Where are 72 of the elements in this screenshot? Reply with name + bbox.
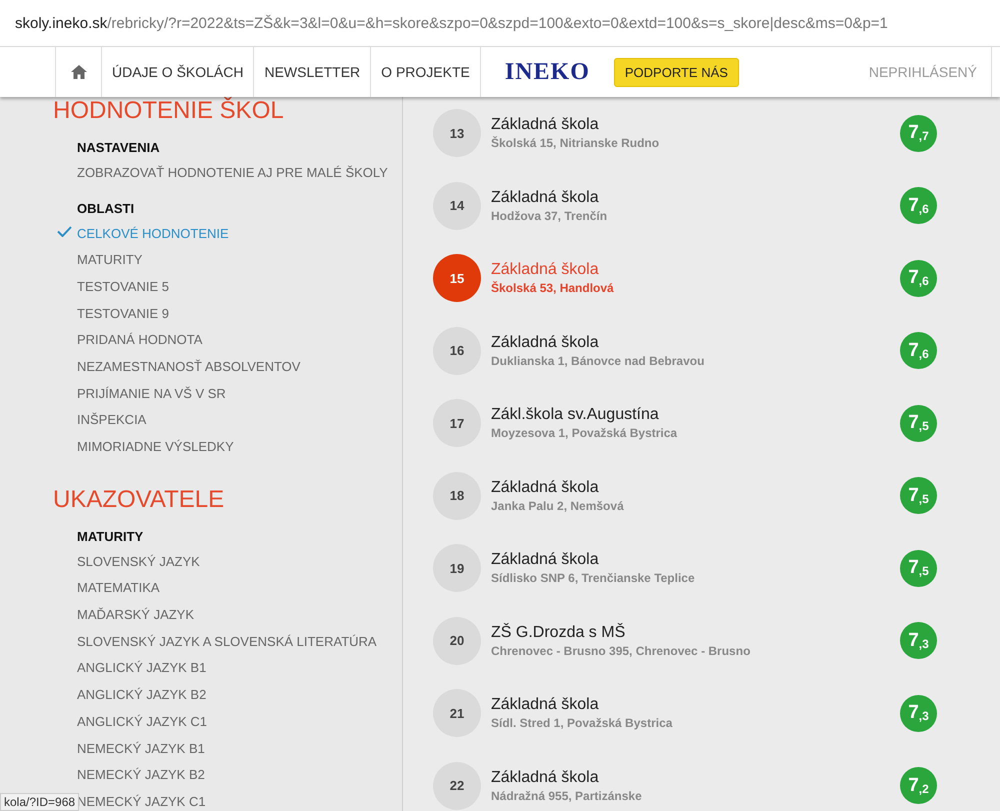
school-address: Chrenovec - Brusno 395, Chrenovec - Brusno	[491, 644, 752, 658]
group-heading: MATURITY	[77, 528, 144, 546]
rank-badge: 15	[433, 254, 481, 302]
school-name[interactable]: ZŠ G.Drozda s MŠ	[491, 624, 900, 642]
school-address: Hodžova 37, Trenčín	[491, 208, 608, 223]
nav-link[interactable]: NEWSLETTER	[254, 47, 372, 97]
login-status[interactable]: NEPRIHLÁSENÝ	[868, 47, 991, 97]
sidebar-item[interactable]: ZOBRAZOVAŤ HODNOTENIE AJ PRE MALÉ ŠKOLY	[77, 164, 388, 180]
school-address: Školská 15, Nitrianske Rudno	[491, 136, 660, 150]
school-address: Duklianska 1, Bánovce nad Bebravou	[491, 354, 706, 368]
score-badge: 7,2	[900, 767, 937, 804]
school-name[interactable]: Základná škola	[491, 261, 900, 280]
sidebar-item[interactable]: MAĎARSKÝ JAZYK	[77, 607, 194, 622]
sidebar-item[interactable]: TESTOVANIE 9	[77, 306, 169, 321]
sidebar-item[interactable]: MATEMATIKA	[77, 580, 160, 596]
sidebar-item[interactable]: NEMECKÝ JAZYK C1	[77, 794, 206, 809]
sidebar-item[interactable]: SLOVENSKÝ JAZYK	[77, 554, 200, 569]
rank-badge: 16	[433, 326, 481, 375]
sidebar-item[interactable]: ANGLICKÝ JAZYK B2	[77, 687, 206, 702]
score-badge: 7,3	[900, 694, 937, 732]
score-badge: 7,5	[900, 404, 937, 442]
support-button[interactable]: PODPORTE NÁS	[614, 58, 739, 86]
school-name[interactable]: Základná škola	[491, 116, 900, 134]
rank-badge: 21	[433, 689, 481, 738]
school-name[interactable]: Základná škola	[491, 551, 900, 570]
rank-badge: 20	[433, 616, 481, 665]
score-badge: 7,5	[900, 477, 937, 514]
rank-badge: 18	[433, 472, 481, 520]
rank-badge: 14	[433, 182, 481, 230]
sidebar-item[interactable]: SLOVENSKÝ JAZYK A SLOVENSKÁ LITERATÚRA	[77, 634, 377, 649]
logo[interactable]: INEKO	[504, 47, 590, 97]
score-badge: 7,7	[900, 114, 937, 152]
sidebar-item[interactable]: NEMECKÝ JAZYK B2	[77, 767, 205, 782]
score-badge: 7,5	[900, 550, 937, 587]
score-badge: 7,3	[900, 622, 937, 660]
status-bar: kola/?ID=968	[0, 793, 80, 811]
sidebar-item[interactable]: PRIJÍMANIE NA VŠ V SR	[77, 386, 226, 401]
section-title: UKAZOVATELE	[53, 486, 226, 514]
rank-badge: 22	[433, 762, 481, 810]
sidebar-item[interactable]: TESTOVANIE 5	[77, 278, 169, 294]
school-name[interactable]: Základná škola	[491, 478, 900, 497]
sidebar-item[interactable]: MATURITY	[77, 252, 142, 268]
school-address: Moyzesova 1, Považská Bystrica	[491, 426, 678, 440]
rank-badge: 17	[433, 399, 481, 448]
section-title: HODNOTENIE ŠKOL	[53, 97, 285, 125]
sidebar-item[interactable]: INŠPEKCIA	[77, 412, 146, 428]
school-name[interactable]: Zákl.škola sv.Augustína	[491, 406, 900, 424]
school-name[interactable]: Základná škola	[491, 768, 900, 787]
sidebar-item[interactable]: CELKOVÉ HODNOTENIE	[77, 226, 229, 241]
group-heading: OBLASTI	[77, 200, 136, 218]
school-address: Školská 53, Handlová	[491, 281, 615, 296]
group-heading: NASTAVENIA	[77, 139, 161, 157]
rank-badge: 19	[433, 544, 481, 592]
rank-badge: 13	[433, 109, 481, 158]
sidebar-item[interactable]: NEZAMESTNANOSŤ ABSOLVENTOV	[77, 358, 300, 374]
school-address: Sídl. Stred 1, Považská Bystrica	[491, 716, 674, 730]
nav-link[interactable]: ÚDAJE O ŠKOLÁCH	[102, 47, 254, 97]
score-badge: 7,6	[900, 332, 937, 370]
sidebar-item[interactable]: NEMECKÝ JAZYK B1	[77, 740, 205, 756]
score-badge: 7,6	[900, 187, 937, 224]
school-address: Janka Palu 2, Nemšová	[491, 498, 625, 513]
school-address: Sídlisko SNP 6, Trenčianske Teplice	[491, 571, 696, 586]
score-badge: 7,6	[900, 260, 937, 297]
school-name[interactable]: Základná škola	[491, 188, 900, 207]
sidebar-item[interactable]: PRIDANÁ HODNOTA	[77, 332, 202, 348]
school-name[interactable]: Základná škola	[491, 334, 900, 352]
sidebar-item[interactable]: ANGLICKÝ JAZYK C1	[77, 714, 208, 729]
sidebar-item[interactable]: MIMORIADNE VÝSLEDKY	[77, 439, 234, 454]
sidebar-item[interactable]: ANGLICKÝ JAZYK B1	[77, 660, 206, 676]
school-address: Nádražná 955, Partizánske	[491, 788, 643, 803]
check-icon	[57, 226, 72, 238]
school-name[interactable]: Základná škola	[491, 696, 900, 714]
